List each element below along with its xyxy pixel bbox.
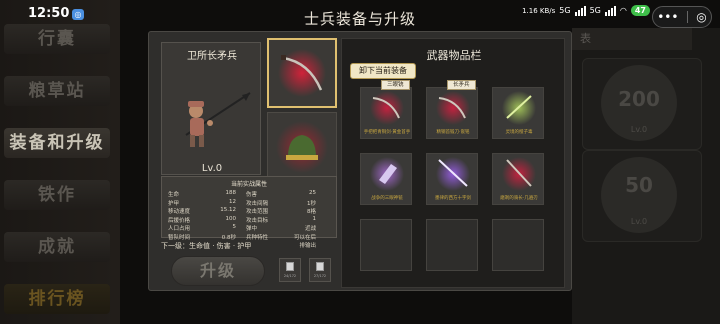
spearman-figure: [185, 92, 251, 147]
background-card-level: Lv.0: [630, 217, 648, 226]
unit-level: Lv.0: [201, 163, 223, 174]
upgrade-button[interactable]: 升级: [171, 256, 265, 286]
next-level-info: 下一级：生命值 · 伤害 · 护甲: [161, 242, 252, 250]
item-name: 精钢首锻刀·嵌铭: [436, 130, 470, 135]
background-card: 50 Lv.0: [582, 150, 702, 242]
blade-icon: [370, 91, 404, 125]
unit-portrait-panel: 卫所长矛兵 Lv.0: [161, 42, 261, 175]
blade-icon: [502, 157, 536, 191]
signal-icon-2: [604, 5, 616, 16]
inventory-item[interactable]: 墨律的西方十字剑: [426, 153, 478, 205]
stat-label: 攻击间隔: [246, 200, 269, 207]
stat-label: 生命: [168, 192, 180, 198]
inventory-empty-slot[interactable]: [492, 219, 544, 271]
stat-value: 1: [312, 215, 317, 222]
stat-value: 近战: [304, 226, 316, 232]
stat-value: 可以在后排输出: [293, 234, 316, 249]
equipment-modal: 卫所长矛兵 Lv.0 当前实战属性 生命 188 伤害 25 护甲 12 攻击间…: [148, 31, 572, 291]
inventory-title: 武器物品栏: [426, 49, 482, 62]
stat-value: 15.12: [220, 207, 236, 213]
network-speed: 1.16 KB/s: [522, 6, 556, 15]
side-menu-item-supply[interactable]: 粮草站: [4, 76, 110, 106]
side-menu-item-forge[interactable]: 铁作: [4, 180, 110, 210]
clock: 12:50: [28, 6, 70, 21]
equipped-by-tag: 三眼铳: [381, 80, 410, 90]
material-count: 24/172: [283, 274, 297, 278]
stats-grid: 生命 188 伤害 25 护甲 12 攻击间隔 1秒 移动速度 15.12 攻击范围 8格 后援价…: [162, 188, 336, 249]
inventory-empty-slot[interactable]: [426, 219, 478, 271]
inventory-item[interactable]: 长矛兵 精钢首锻刀·嵌铭: [426, 80, 478, 139]
stat-label: 伤害: [246, 192, 258, 198]
network-type-1: 5G: [559, 6, 571, 15]
background-card: 200 Lv.0: [582, 58, 702, 150]
stat-label: 人口占用: [168, 226, 191, 232]
material-icon: [286, 262, 294, 271]
status-indicators: 1.16 KB/s 5G 5G ◠ 47: [522, 5, 650, 16]
stat-label: 弹中: [246, 226, 258, 232]
inventory-item[interactable]: 磨剃的骑长·几遍刃: [492, 153, 544, 205]
material-slot: 27/172: [309, 258, 331, 282]
material-icon: [316, 262, 324, 271]
stat-value: 12: [229, 198, 236, 205]
inventory-empty-slot[interactable]: [360, 219, 412, 271]
side-menu-item-leaderboard[interactable]: 排行榜: [4, 284, 110, 314]
weapon-inventory: 武器物品栏 卸下当前装备 三眼铳 手把把青铜剑·黄金首手 长矛兵 精钢首锻刀·嵌…: [341, 38, 565, 288]
unequip-button[interactable]: 卸下当前装备: [350, 63, 416, 79]
item-name: 墨律的西方十字剑: [435, 196, 471, 201]
side-menu-item-achievement[interactable]: 成就: [4, 232, 110, 262]
side-menu: 行囊 粮草站 装备和升级 铁作 成就 排行榜: [4, 24, 110, 324]
more-menu-icon[interactable]: •••: [657, 10, 678, 24]
wifi-icon: ◠: [619, 6, 627, 15]
cleaver-icon: [370, 157, 404, 191]
background-unit-list: 表 200 Lv.0 50 Lv.0: [572, 28, 720, 324]
capsule-divider: [686, 11, 688, 23]
close-target-icon[interactable]: ◎: [696, 10, 706, 24]
stat-label: 后援价格: [168, 217, 191, 224]
item-name: 灵境的橙子毒: [505, 130, 533, 135]
background-card-number: 200: [618, 87, 660, 111]
stat-value: 25: [309, 190, 316, 196]
mini-program-capsule[interactable]: ••• ◎: [652, 6, 712, 28]
stat-value: 8格: [307, 209, 316, 215]
background-tab: 表: [572, 28, 692, 50]
blade-icon: [436, 91, 470, 125]
background-card-level: Lv.0: [630, 125, 648, 134]
background-card-number: 50: [625, 173, 653, 197]
stat-value: 1秒: [307, 200, 316, 207]
helmet-icon: [276, 121, 328, 173]
inventory-item[interactable]: 灵境的橙子毒: [492, 87, 544, 139]
blade-icon: [502, 91, 536, 125]
app-notification-icon: ◎: [72, 9, 84, 20]
side-panel-background: 行囊 粮草站 装备和升级 铁作 成就 排行榜: [0, 0, 120, 324]
material-slot: 24/172: [279, 258, 301, 282]
unit-name: 卫所长矛兵: [187, 51, 237, 62]
stat-label: 护甲: [168, 200, 180, 207]
stat-value: 100: [225, 215, 237, 222]
stats-title: 当前实战属性: [230, 181, 267, 188]
sword-icon: [436, 157, 470, 191]
stat-label: 移动速度: [168, 209, 191, 215]
armor-equip-slot[interactable]: [267, 112, 337, 182]
material-count: 27/172: [313, 274, 327, 278]
item-name: 磨剃的骑长·几遍刃: [500, 196, 538, 201]
inventory-item[interactable]: 战争的三眼神铳: [360, 153, 412, 205]
side-menu-item-bag[interactable]: 行囊: [4, 24, 110, 54]
equipped-blade-icon: [278, 49, 326, 97]
status-bar: 12:50 ◎ 1.16 KB/s 5G 5G ◠ 47 ••• ◎: [0, 0, 720, 28]
stat-label: 攻击范围: [246, 209, 269, 215]
weapon-equip-slot[interactable]: [267, 38, 337, 108]
item-name: 手把把青铜剑·黄金首手: [363, 130, 411, 135]
stats-table: 当前实战属性 生命 188 伤害 25 护甲 12 攻击间隔 1秒 移动速度 15.12 攻击范…: [161, 176, 337, 249]
stat-label: 攻击目标: [246, 217, 269, 224]
battery-indicator: 47: [630, 5, 650, 16]
equipped-by-tag: 长矛兵: [447, 80, 476, 90]
item-name: 战争的三眼神铳: [371, 196, 403, 201]
signal-icon: [574, 5, 586, 16]
stat-value: 5: [232, 224, 237, 230]
side-menu-item-equip[interactable]: 装备和升级: [4, 128, 110, 158]
stat-value: 188: [225, 190, 237, 196]
network-type-2: 5G: [589, 6, 601, 15]
inventory-item[interactable]: 三眼铳 手把把青铜剑·黄金首手: [360, 80, 412, 139]
